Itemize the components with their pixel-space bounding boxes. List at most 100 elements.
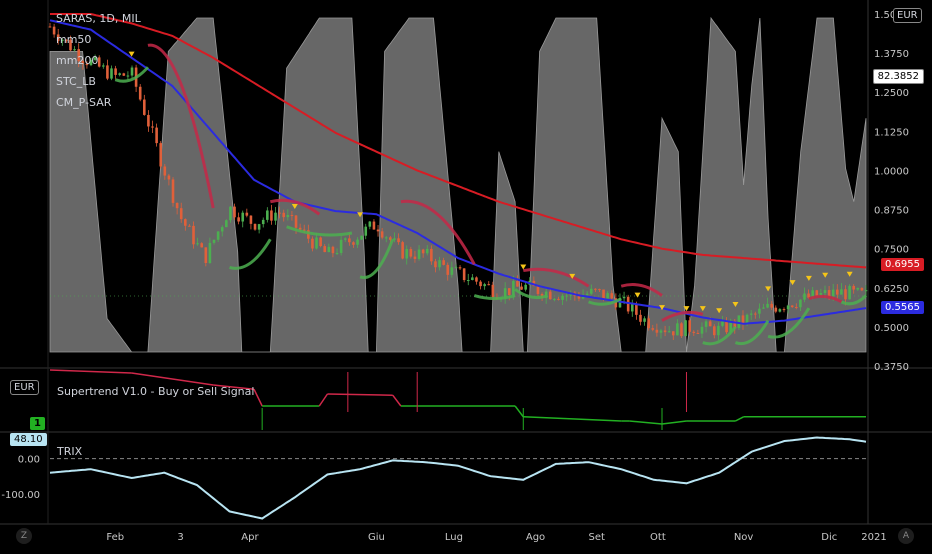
candle-body bbox=[348, 238, 351, 243]
candle-body bbox=[680, 323, 683, 337]
candle-body bbox=[200, 243, 204, 248]
candle-body bbox=[864, 290, 868, 292]
y-tick-label: 0.6250 bbox=[874, 284, 909, 295]
candle-body bbox=[360, 235, 363, 240]
candle-body bbox=[557, 298, 560, 300]
candle-body bbox=[405, 249, 409, 259]
supertrend-line bbox=[629, 420, 663, 425]
candle-body bbox=[454, 267, 458, 269]
candle-body bbox=[684, 320, 687, 337]
candle-body bbox=[758, 308, 761, 314]
x-tick-label: Lug bbox=[445, 532, 463, 543]
currency-button[interactable]: EUR bbox=[893, 8, 922, 23]
supertrend-line bbox=[327, 393, 393, 396]
auto-scale-button[interactable]: A bbox=[898, 528, 914, 544]
candle-body bbox=[831, 289, 835, 297]
candle-body bbox=[48, 26, 52, 28]
supertrend-line bbox=[523, 416, 622, 422]
candle-body bbox=[655, 329, 659, 333]
supertrend-line bbox=[131, 372, 214, 386]
candle-body bbox=[762, 307, 765, 309]
candle-body bbox=[507, 288, 511, 296]
candle-body bbox=[651, 328, 655, 330]
candle-body bbox=[536, 286, 540, 294]
candle-body bbox=[585, 293, 589, 295]
candle-body bbox=[384, 237, 388, 239]
candle-body bbox=[401, 242, 404, 259]
legend-mm50[interactable]: mm50 bbox=[56, 29, 141, 50]
candle-body bbox=[696, 332, 700, 334]
candle-body bbox=[413, 256, 417, 259]
legend-stc[interactable]: STC_LB bbox=[56, 71, 141, 92]
signal-triangle bbox=[520, 264, 527, 270]
x-tick-label: Set bbox=[589, 532, 606, 543]
candle-body bbox=[458, 267, 462, 269]
candle-body bbox=[425, 248, 429, 254]
candle-body bbox=[602, 289, 605, 299]
candle-body bbox=[712, 326, 716, 336]
candle-body bbox=[204, 247, 208, 264]
candle-body bbox=[143, 99, 146, 115]
candle-body bbox=[491, 284, 495, 298]
candle-body bbox=[257, 224, 261, 230]
x-tick-label: Ott bbox=[650, 532, 666, 543]
timezone-button[interactable]: Z bbox=[16, 528, 32, 544]
candle-body bbox=[434, 261, 437, 268]
pane-currency-button[interactable]: EUR bbox=[10, 380, 39, 395]
candle-body bbox=[659, 330, 663, 333]
trix-tick-label: -100.00 bbox=[1, 490, 40, 501]
candle-body bbox=[294, 215, 298, 228]
candle-body bbox=[184, 219, 187, 226]
candle-body bbox=[770, 303, 773, 308]
candle-body bbox=[245, 212, 249, 216]
candle-body bbox=[561, 295, 564, 300]
x-tick-label: Apr bbox=[241, 532, 259, 543]
legend-mm200[interactable]: mm200 bbox=[56, 50, 141, 71]
candle-body bbox=[175, 202, 179, 209]
candle-body bbox=[159, 143, 163, 167]
candle-body bbox=[548, 291, 552, 300]
x-tick-label: 2021 bbox=[861, 532, 886, 543]
candle-body bbox=[598, 289, 601, 291]
candle-body bbox=[450, 267, 454, 275]
candle-body bbox=[790, 305, 794, 308]
candle-body bbox=[700, 326, 704, 334]
candle-body bbox=[606, 293, 609, 299]
x-tick-label: Feb bbox=[106, 532, 124, 543]
candle-body bbox=[266, 210, 269, 220]
candle-body bbox=[676, 323, 679, 336]
supertrend-value-tag: 1 bbox=[30, 417, 45, 430]
candle-body bbox=[643, 318, 646, 322]
candle-body bbox=[335, 252, 339, 254]
candle-body bbox=[799, 299, 802, 308]
candle-body bbox=[261, 219, 265, 225]
candle-body bbox=[639, 314, 642, 322]
stc-price-tag: 82.3852 bbox=[872, 69, 924, 84]
candle-body bbox=[331, 246, 335, 254]
candle-body bbox=[352, 242, 355, 245]
candle-body bbox=[475, 277, 478, 282]
candle-body bbox=[466, 280, 470, 282]
candle-body bbox=[409, 249, 413, 257]
candle-body bbox=[852, 285, 855, 290]
candle-body bbox=[671, 331, 675, 336]
candle-body bbox=[786, 305, 790, 310]
candle-body bbox=[565, 295, 568, 297]
candle-body bbox=[278, 212, 281, 214]
candle-body bbox=[380, 231, 384, 238]
candle-body bbox=[840, 289, 843, 295]
candle-body bbox=[315, 237, 318, 249]
candle-body bbox=[778, 309, 782, 312]
candle-body bbox=[835, 289, 839, 295]
candle-body bbox=[823, 290, 827, 293]
candle-body bbox=[483, 284, 486, 287]
candle-body bbox=[520, 286, 523, 290]
candle-body bbox=[274, 212, 277, 221]
candle-body bbox=[270, 210, 273, 221]
candle-body bbox=[442, 260, 445, 265]
candle-body bbox=[229, 206, 232, 221]
legend-psar[interactable]: CM_P-SAR bbox=[56, 92, 141, 113]
legend-symbol[interactable]: SARAS, 1D, MIL bbox=[56, 8, 141, 29]
candle-body bbox=[216, 231, 220, 240]
candle-body bbox=[233, 206, 236, 218]
